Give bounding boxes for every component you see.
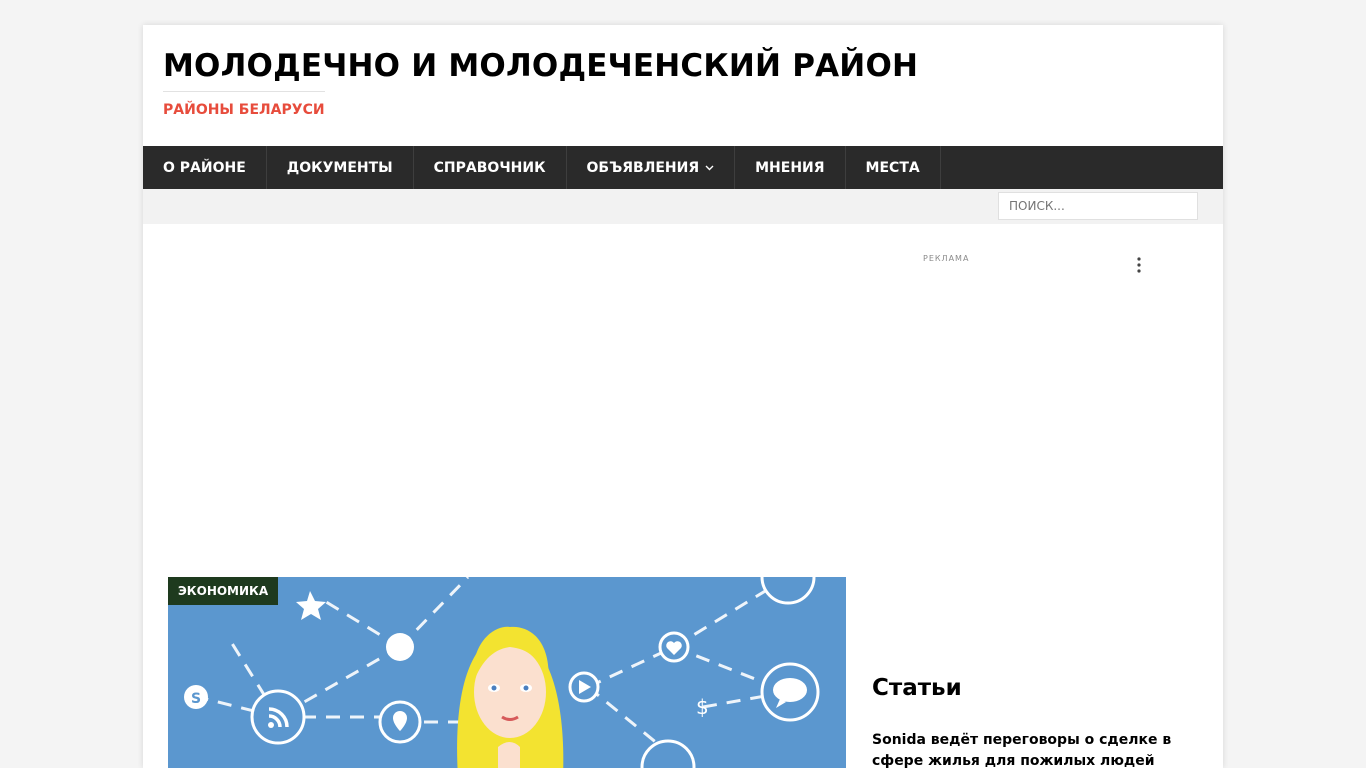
- tagline-wrapper: РАЙОНЫ БЕЛАРУСИ: [163, 91, 325, 118]
- nav-item-label: СПРАВОЧНИК: [433, 159, 546, 176]
- site-branding: МОЛОДЕЧНО И МОЛОДЕЧЕНСКИЙ РАЙОН РАЙОНЫ Б…: [163, 47, 918, 118]
- nav-item-label: МЕСТА: [865, 159, 920, 176]
- sidebar-widget-title: Статьи: [872, 675, 962, 701]
- more-vertical-icon[interactable]: [1133, 256, 1145, 274]
- main-navigation: О РАЙОНЕ ДОКУМЕНТЫ СПРАВОЧНИК ОБЪЯВЛЕНИЯ…: [143, 146, 1223, 189]
- site-tagline: РАЙОНЫ БЕЛАРУСИ: [163, 102, 325, 118]
- sidebar-article-link[interactable]: Sonida ведёт переговоры о сделке в сфере…: [872, 730, 1202, 768]
- featured-post-image[interactable]: S $ ЭКОНОМИКА: [168, 577, 846, 768]
- nav-item-mesta[interactable]: МЕСТА: [846, 146, 941, 189]
- chevron-down-icon: [705, 165, 714, 171]
- nav-item-label: ОБЪЯВЛЕНИЯ: [586, 159, 700, 176]
- search-input[interactable]: [998, 192, 1198, 220]
- svg-text:S: S: [191, 691, 201, 707]
- site-container: МОЛОДЕЧНО И МОЛОДЕЧЕНСКИЙ РАЙОН РАЙОНЫ Б…: [143, 25, 1223, 768]
- nav-item-label: МНЕНИЯ: [755, 159, 825, 176]
- nav-item-spravochnik[interactable]: СПРАВОЧНИК: [414, 146, 567, 189]
- nav-item-obyavleniya[interactable]: ОБЪЯВЛЕНИЯ: [567, 146, 736, 189]
- nav-item-o-raione[interactable]: О РАЙОНЕ: [143, 146, 267, 189]
- category-badge[interactable]: ЭКОНОМИКА: [168, 577, 279, 605]
- svg-text:$: $: [696, 695, 709, 719]
- nav-item-mneniya[interactable]: МНЕНИЯ: [735, 146, 846, 189]
- nav-item-dokumenty[interactable]: ДОКУМЕНТЫ: [267, 146, 414, 189]
- nav-item-label: ДОКУМЕНТЫ: [286, 159, 393, 176]
- social-network-illustration: S $: [168, 577, 846, 768]
- ad-label: РЕКЛАМА: [923, 254, 970, 263]
- secondary-bar: [143, 189, 1223, 224]
- nav-item-label: О РАЙОНЕ: [163, 159, 246, 176]
- site-title[interactable]: МОЛОДЕЧНО И МОЛОДЕЧЕНСКИЙ РАЙОН: [163, 47, 918, 85]
